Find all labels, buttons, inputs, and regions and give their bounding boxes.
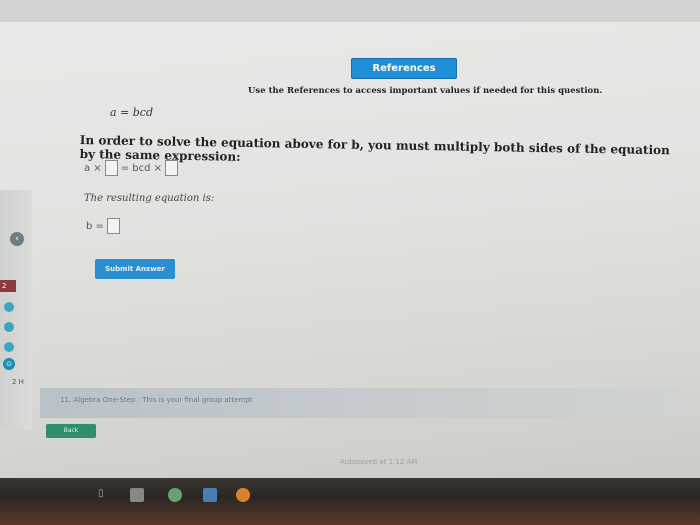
explorer-icon[interactable] — [130, 488, 144, 502]
assignment-footer-text: 11. Algebra One-Step : This is your fina… — [60, 396, 253, 404]
references-note: Use the References to access important v… — [248, 86, 603, 96]
app-icon[interactable] — [203, 488, 217, 502]
references-button[interactable]: References — [351, 58, 457, 79]
firefox-icon[interactable] — [236, 488, 250, 502]
row1-middle-text: = bcd × — [120, 162, 162, 174]
sidebar-label: 2 H — [12, 378, 24, 386]
autosaved-status: Autosaved at 1:12 AM — [340, 458, 418, 466]
row1-left-text: a × — [84, 162, 102, 174]
result-row: b = — [86, 218, 120, 234]
sidebar-dot-1[interactable] — [4, 302, 14, 312]
equation: a = bcd — [110, 106, 154, 119]
top-bar — [0, 0, 700, 22]
task-view-icon[interactable]: ▯ — [98, 488, 112, 502]
multiply-row: a × = bcd × — [84, 160, 178, 176]
row2-left-text: b = — [86, 220, 104, 232]
screen: ‹ 2 ⊙ 2 H References Use the References … — [0, 0, 700, 525]
sidebar-dot-2[interactable] — [4, 322, 14, 332]
submit-answer-button[interactable]: Submit Answer — [95, 259, 175, 279]
answer-box-result[interactable] — [106, 218, 120, 234]
answer-box-right[interactable] — [165, 160, 178, 176]
sidebar: ‹ 2 ⊙ 2 H — [0, 190, 32, 430]
sidebar-dot-3[interactable] — [4, 342, 14, 352]
answer-box-left[interactable] — [104, 160, 118, 176]
resulting-label: The resulting equation is: — [84, 193, 215, 204]
sidebar-tag: 2 — [0, 280, 16, 292]
chrome-icon[interactable] — [168, 488, 182, 502]
back-button[interactable]: Back — [46, 424, 96, 438]
sidebar-current-icon[interactable]: ⊙ — [3, 358, 15, 370]
collapse-icon[interactable]: ‹ — [10, 232, 24, 246]
